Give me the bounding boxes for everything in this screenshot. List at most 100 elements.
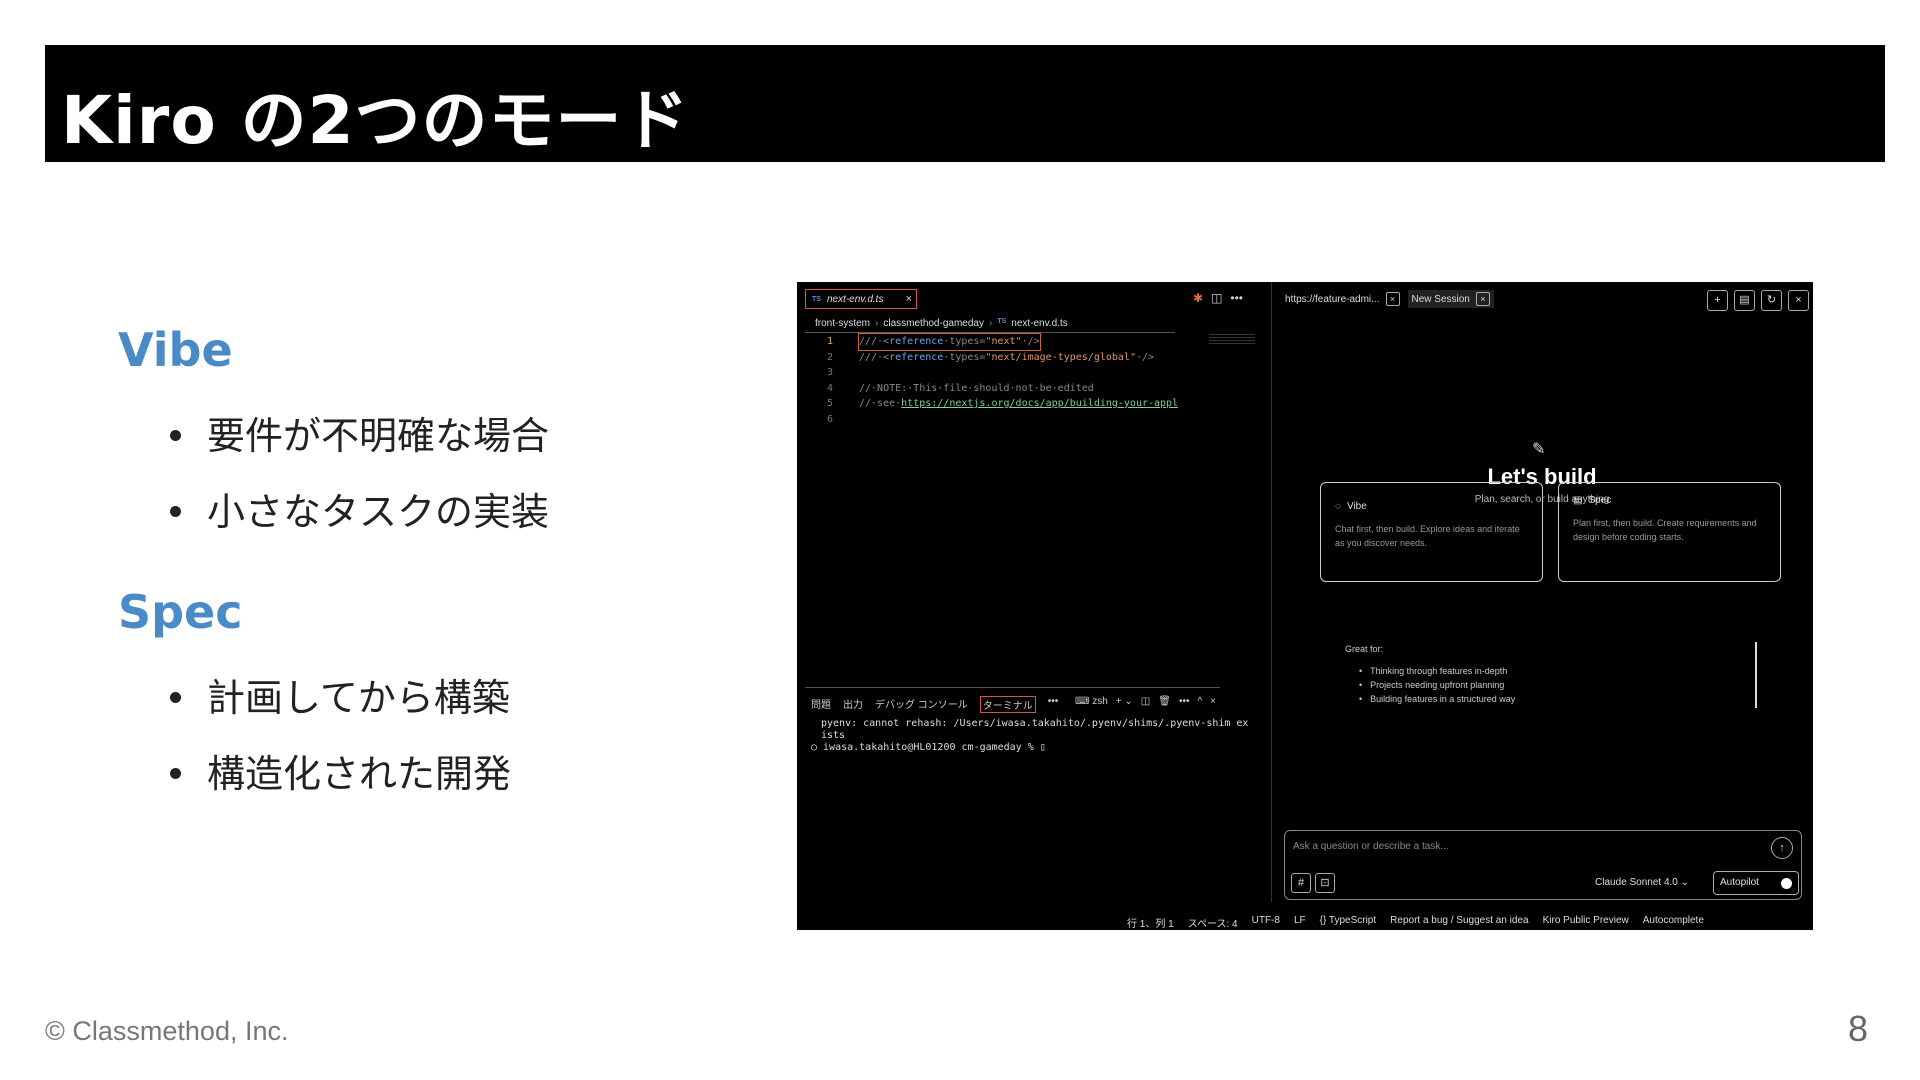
minimap[interactable]	[1209, 334, 1255, 346]
history-list-icon[interactable]: ▤	[1734, 290, 1755, 311]
tab-debug-console[interactable]: デバッグ コンソール	[875, 696, 968, 713]
code-line: 1 ///·<reference·types="next"·/>	[811, 333, 1178, 351]
hash-context-icon[interactable]: #	[1291, 873, 1311, 893]
new-terminal-button[interactable]: + ⌄	[1116, 696, 1133, 707]
more-icon[interactable]: •••	[1048, 696, 1059, 713]
status-language[interactable]: {} TypeScript	[1320, 915, 1377, 930]
line-number: 1	[826, 336, 833, 347]
mode-title-row: ◌ Vibe	[1335, 501, 1528, 512]
close-icon[interactable]: ×	[1210, 696, 1216, 707]
code-line: 2 ///·<reference·types="next/image-types/…	[811, 350, 1178, 366]
code-editor[interactable]: 1///·<reference·types="next"·/> 2///·<ref…	[811, 333, 1178, 427]
chat-bubble-icon: ◌	[1335, 501, 1341, 512]
status-report-bug[interactable]: Report a bug / Suggest an idea	[1390, 915, 1528, 930]
panel-tabs: 問題 出力 デバッグ コンソール ターミナル •••	[811, 696, 1058, 713]
more-icon[interactable]: •••	[1179, 696, 1190, 707]
plus-icon[interactable]: +	[1707, 290, 1728, 311]
editor-actions: ✱ ◫ •••	[1193, 291, 1243, 305]
terminal-shell-selector[interactable]: ⌨ zsh	[1075, 696, 1108, 707]
mode-card-spec[interactable]: ▤ Spec Plan first, then build. Create re…	[1558, 482, 1781, 582]
mode-description: Plan first, then build. Create requireme…	[1573, 518, 1757, 542]
chat-toolbar: + ▤ ↻ ×	[1707, 290, 1809, 311]
refresh-icon[interactable]: ↻	[1761, 290, 1782, 311]
code-token: ·types=	[943, 336, 986, 347]
chat-tabs: https://feature-admi... × New Session ×	[1285, 290, 1494, 308]
tab-problems[interactable]: 問題	[811, 696, 831, 713]
image-attach-icon[interactable]: ⊡	[1315, 873, 1335, 893]
line-number: 5	[826, 398, 833, 409]
status-kiro-preview[interactable]: Kiro Public Preview	[1543, 915, 1629, 930]
code-content: ///·<reference·types="next"·/>	[858, 333, 1041, 351]
more-icon[interactable]: •••	[1230, 291, 1243, 305]
tab-output[interactable]: 出力	[843, 696, 863, 713]
mode-title: Spec	[1588, 495, 1612, 506]
vibe-bullet-list: 要件が不明確な場合 小さなタスクの実装	[170, 412, 549, 564]
panel-divider	[805, 687, 1220, 688]
status-indentation[interactable]: スペース: 4	[1188, 915, 1238, 930]
code-token: "next/image-types/global"	[985, 351, 1136, 363]
panel-actions: ⌨ zsh + ⌄ ◫ 🗑 ••• ^ ×	[1075, 696, 1216, 707]
breadcrumb-item[interactable]: classmethod-gameday	[883, 318, 984, 329]
slide-title: Kiro の2つのモード	[61, 82, 690, 159]
close-icon[interactable]: ×	[1788, 290, 1809, 311]
close-icon[interactable]: ×	[906, 293, 912, 305]
heading-vibe: Vibe	[118, 323, 233, 377]
code-line: 5 //·see·https://nextjs.org/docs/app/buil…	[811, 396, 1178, 412]
code-line: 4 //·NOTE:·This·file·should·not·be·edited	[811, 381, 1178, 397]
close-icon[interactable]: ×	[1385, 292, 1400, 306]
breadcrumb-item[interactable]: front-system	[815, 318, 870, 329]
chat-input-box: Ask a question or describe a task... ↑ #…	[1284, 830, 1802, 900]
chat-tab-label: https://feature-admi...	[1285, 293, 1380, 305]
terminal-output[interactable]: pyenv: cannot rehash: /Users/iwasa.takah…	[811, 718, 1248, 754]
list-item: Thinking through features in-depth	[1359, 664, 1515, 678]
chat-tab-label: New Session	[1411, 293, 1470, 305]
code-token: ///·<	[859, 336, 890, 347]
page-number: 8	[1847, 1008, 1868, 1049]
code-token: ·/>	[1021, 336, 1040, 347]
status-eol[interactable]: LF	[1294, 915, 1306, 930]
code-token: reference	[889, 351, 944, 363]
line-number: 4	[826, 382, 833, 394]
chat-tab[interactable]: https://feature-admi... ×	[1285, 290, 1400, 308]
typescript-icon: TS	[812, 295, 821, 303]
chat-input[interactable]: Ask a question or describe a task...	[1293, 841, 1449, 852]
model-selector[interactable]: Claude Sonnet 4.0 ⌄	[1595, 877, 1689, 888]
line-number: 2	[826, 351, 833, 363]
tab-terminal[interactable]: ターミナル	[979, 696, 1036, 713]
line-number: 3	[826, 367, 833, 378]
code-token: ·/>	[1135, 351, 1155, 363]
send-arrow-icon[interactable]: ↑	[1771, 837, 1793, 859]
split-editor-icon[interactable]: ◫	[1211, 291, 1222, 305]
chat-tab-new-session[interactable]: New Session ×	[1407, 290, 1494, 308]
bullet-item: 構造化された開発	[170, 750, 511, 826]
close-icon[interactable]: ×	[1475, 292, 1490, 306]
scrollbar[interactable]	[1755, 642, 1757, 708]
breadcrumb-item[interactable]: next-env.d.ts	[1011, 318, 1068, 329]
code-token: //·see·	[859, 398, 902, 409]
split-terminal-icon[interactable]: ◫	[1141, 696, 1150, 707]
code-token: reference	[889, 336, 944, 347]
typescript-icon: TS	[997, 318, 1007, 325]
autopilot-label: Autopilot	[1720, 877, 1759, 888]
code-token: https://nextjs.org/docs/app/building-you…	[901, 398, 1179, 409]
status-encoding[interactable]: UTF-8	[1252, 915, 1280, 930]
editor-tab-label: next-env.d.ts	[826, 293, 884, 305]
mode-title: Vibe	[1346, 501, 1367, 512]
document-icon: ▤	[1573, 495, 1583, 506]
status-cursor-position[interactable]: 行 1、列 1	[1127, 915, 1174, 930]
autopilot-toggle[interactable]: Autopilot	[1713, 871, 1799, 895]
mode-card-vibe[interactable]: ◌ Vibe Chat first, then build. Explore i…	[1320, 482, 1543, 582]
chevron-up-icon[interactable]: ^	[1197, 696, 1202, 707]
pane-splitter[interactable]	[1271, 282, 1272, 902]
trash-icon[interactable]: 🗑	[1158, 696, 1171, 707]
status-autocomplete[interactable]: Autocomplete	[1643, 915, 1704, 930]
breadcrumb: front-system › classmethod-gameday › TS …	[815, 318, 1068, 329]
line-number: 6	[826, 413, 833, 425]
terminal-icon: ⌨	[1075, 696, 1090, 707]
terminal-prompt: ○ iwasa.takahito@HL01200 cm-gameday % ▯	[811, 742, 1046, 753]
editor-tab[interactable]: TS next-env.d.ts ×	[805, 289, 917, 309]
title-bar: Kiro の2つのモード	[45, 45, 1885, 162]
chevron-right-icon: ›	[988, 318, 993, 329]
kiro-spark-icon[interactable]: ✱	[1193, 291, 1203, 305]
bullet-item: 小さなタスクの実装	[170, 488, 549, 564]
